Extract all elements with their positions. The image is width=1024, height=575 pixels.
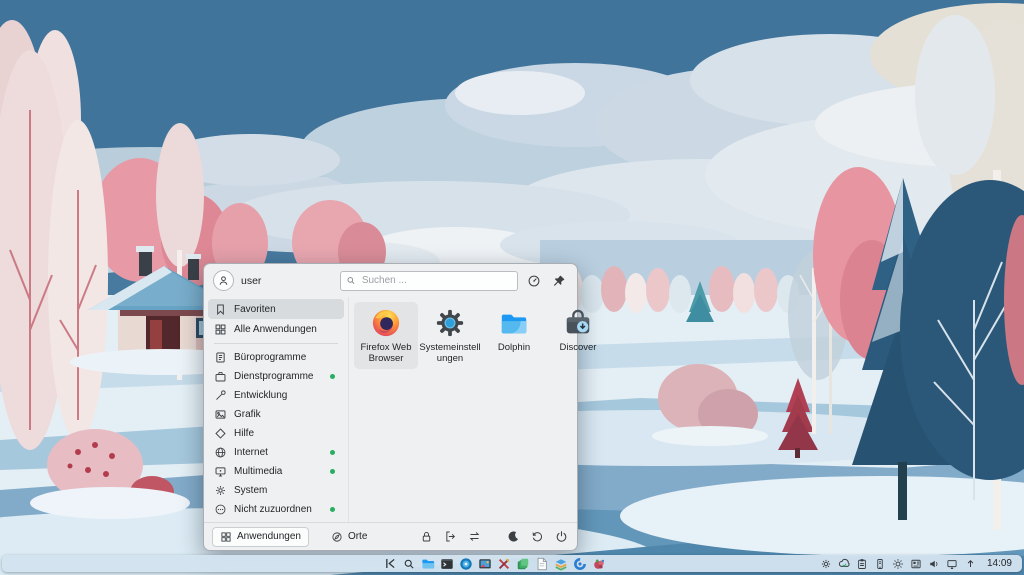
- sleep-icon[interactable]: [506, 529, 521, 544]
- gear-tray-icon[interactable]: [820, 557, 833, 570]
- user-icon: [217, 274, 230, 287]
- system-tray: 14:09: [820, 557, 1022, 570]
- sidebar-separator: [214, 343, 338, 344]
- tab-label: Anwendungen: [237, 531, 301, 542]
- grid-icon: [214, 323, 227, 336]
- shutdown-icon[interactable]: [554, 529, 569, 544]
- launcher-footer: Anwendungen Orte: [204, 522, 577, 550]
- multimedia-icon: [214, 465, 227, 478]
- bookmark-icon: [214, 303, 227, 316]
- sidebar-item-label: Alle Anwendungen: [234, 324, 338, 335]
- new-items-dot: [330, 469, 335, 474]
- tab-places[interactable]: Orte: [323, 527, 375, 547]
- uncategorized-icon: [214, 503, 227, 516]
- screen-media-icon[interactable]: [478, 557, 492, 571]
- screen-layout-icon[interactable]: [910, 557, 923, 570]
- user-name-label: user: [241, 275, 261, 287]
- search-field[interactable]: [340, 271, 518, 291]
- favorites-grid: Firefox Web Browser: [349, 297, 615, 522]
- sidebar-category-system[interactable]: System: [208, 481, 344, 500]
- tab-label: Orte: [348, 531, 367, 542]
- new-items-dot: [330, 374, 335, 379]
- tab-applications[interactable]: Anwendungen: [212, 527, 309, 547]
- taskbar-pinned-apps: [383, 557, 606, 571]
- clipboard-icon[interactable]: [856, 557, 869, 570]
- configure-icon[interactable]: [525, 272, 543, 290]
- berries-icon[interactable]: [592, 557, 606, 571]
- utilities-icon: [214, 370, 227, 383]
- sidebar-category-development[interactable]: Entwicklung: [208, 386, 344, 405]
- web-browser-swirl-icon[interactable]: [573, 557, 587, 571]
- logout-icon[interactable]: [443, 529, 458, 544]
- volume-icon[interactable]: [928, 557, 941, 570]
- media-player-icon[interactable]: [459, 557, 473, 571]
- display-icon[interactable]: [946, 557, 959, 570]
- sidebar-category-uncategorized[interactable]: Nicht zuzuordnen: [208, 500, 344, 519]
- search-input[interactable]: [360, 274, 512, 287]
- sidebar-category-graphics[interactable]: Grafik: [208, 405, 344, 424]
- dolphin-folder-icon: [499, 308, 529, 338]
- sidebar-category-utilities[interactable]: Dienstprogramme: [208, 367, 344, 386]
- pin-icon[interactable]: [550, 272, 568, 290]
- user-avatar[interactable]: [213, 270, 234, 291]
- notes-icon[interactable]: [516, 557, 530, 571]
- launcher-sidebar: Favoriten Alle Anwendungen Büroprogramme…: [204, 297, 349, 522]
- sidebar-category-office[interactable]: Büroprogramme: [208, 348, 344, 367]
- terminal-icon[interactable]: [440, 557, 454, 571]
- search-icon[interactable]: [402, 557, 416, 571]
- document-icon[interactable]: [535, 557, 549, 571]
- new-items-dot: [330, 507, 335, 512]
- launcher-header: user: [204, 264, 577, 297]
- switch-user-icon[interactable]: [467, 529, 482, 544]
- development-icon: [214, 389, 227, 402]
- sidebar-item-label: Favoriten: [234, 304, 338, 315]
- sidebar-category-help[interactable]: Hilfe: [208, 424, 344, 443]
- phone-connect-icon[interactable]: [874, 557, 887, 570]
- desktop: user Favoriten Alle Anwendungen: [0, 0, 1024, 575]
- sidebar-category-multimedia[interactable]: Multimedia: [208, 462, 344, 481]
- restart-icon[interactable]: [530, 529, 545, 544]
- app-tile-discover[interactable]: Discover: [546, 302, 610, 358]
- sidebar-item-favorites[interactable]: Favoriten: [208, 299, 344, 319]
- help-icon: [214, 427, 227, 440]
- firefox-icon: [371, 308, 401, 338]
- session-actions: [419, 529, 569, 544]
- sidebar-category-internet[interactable]: Internet: [208, 443, 344, 462]
- app-tile-dolphin[interactable]: Dolphin: [482, 302, 546, 358]
- brightness-icon[interactable]: [892, 557, 905, 570]
- graphics-icon: [214, 408, 227, 421]
- discover-icon: [563, 308, 593, 338]
- system-icon: [214, 484, 227, 497]
- cloud-sync-icon[interactable]: [838, 557, 851, 570]
- app-tile-systemsettings[interactable]: Systemeinstellungen: [418, 302, 482, 369]
- compass-icon: [331, 531, 343, 543]
- taskbar: 14:09: [2, 555, 1022, 572]
- application-launcher-icon[interactable]: [383, 557, 397, 571]
- new-items-dot: [330, 450, 335, 455]
- show-hidden-icons-caret[interactable]: [964, 557, 977, 570]
- grid-icon: [220, 531, 232, 543]
- sidebar-item-all-applications[interactable]: Alle Anwendungen: [208, 319, 344, 339]
- file-manager-icon[interactable]: [421, 557, 435, 571]
- clock[interactable]: 14:09: [987, 558, 1012, 569]
- layers-icon[interactable]: [554, 557, 568, 571]
- editor-icon[interactable]: [497, 557, 511, 571]
- app-tile-firefox[interactable]: Firefox Web Browser: [354, 302, 418, 369]
- office-icon: [214, 351, 227, 364]
- lock-icon[interactable]: [419, 529, 434, 544]
- internet-icon: [214, 446, 227, 459]
- application-launcher-menu: user Favoriten Alle Anwendungen: [203, 263, 578, 551]
- search-icon: [346, 275, 356, 286]
- settings-gear-icon: [435, 308, 465, 338]
